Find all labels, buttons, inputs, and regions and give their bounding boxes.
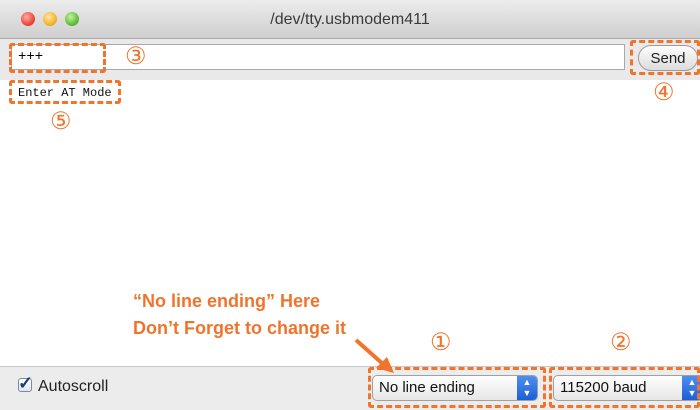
window-title: /dev/tty.usbmodem411 — [270, 11, 430, 28]
annotation-note-line2: Don’t Forget to change it — [133, 318, 346, 338]
marker-1: ① — [430, 329, 452, 356]
output-highlight-box — [9, 80, 121, 104]
serial-output-area — [0, 80, 700, 366]
marker-2: ② — [610, 329, 632, 356]
baud-highlight-box — [549, 367, 700, 408]
autoscroll-checkbox[interactable]: ✓ — [18, 373, 33, 393]
send-highlight-box — [630, 40, 700, 75]
input-highlight-box — [9, 43, 106, 73]
marker-3: ③ — [125, 43, 147, 70]
autoscroll-label: Autoscroll — [38, 378, 109, 395]
title-bar: /dev/tty.usbmodem411 — [0, 0, 700, 39]
annotation-note-line1: “No line ending” Here — [133, 291, 321, 311]
annotation-arrow-icon — [354, 338, 394, 373]
marker-4: ④ — [653, 79, 675, 106]
serial-monitor-window: /dev/tty.usbmodem411 Send Enter AT Mode … — [0, 0, 700, 410]
checkmark-icon: ✓ — [18, 373, 34, 393]
marker-5: ⑤ — [50, 108, 72, 135]
